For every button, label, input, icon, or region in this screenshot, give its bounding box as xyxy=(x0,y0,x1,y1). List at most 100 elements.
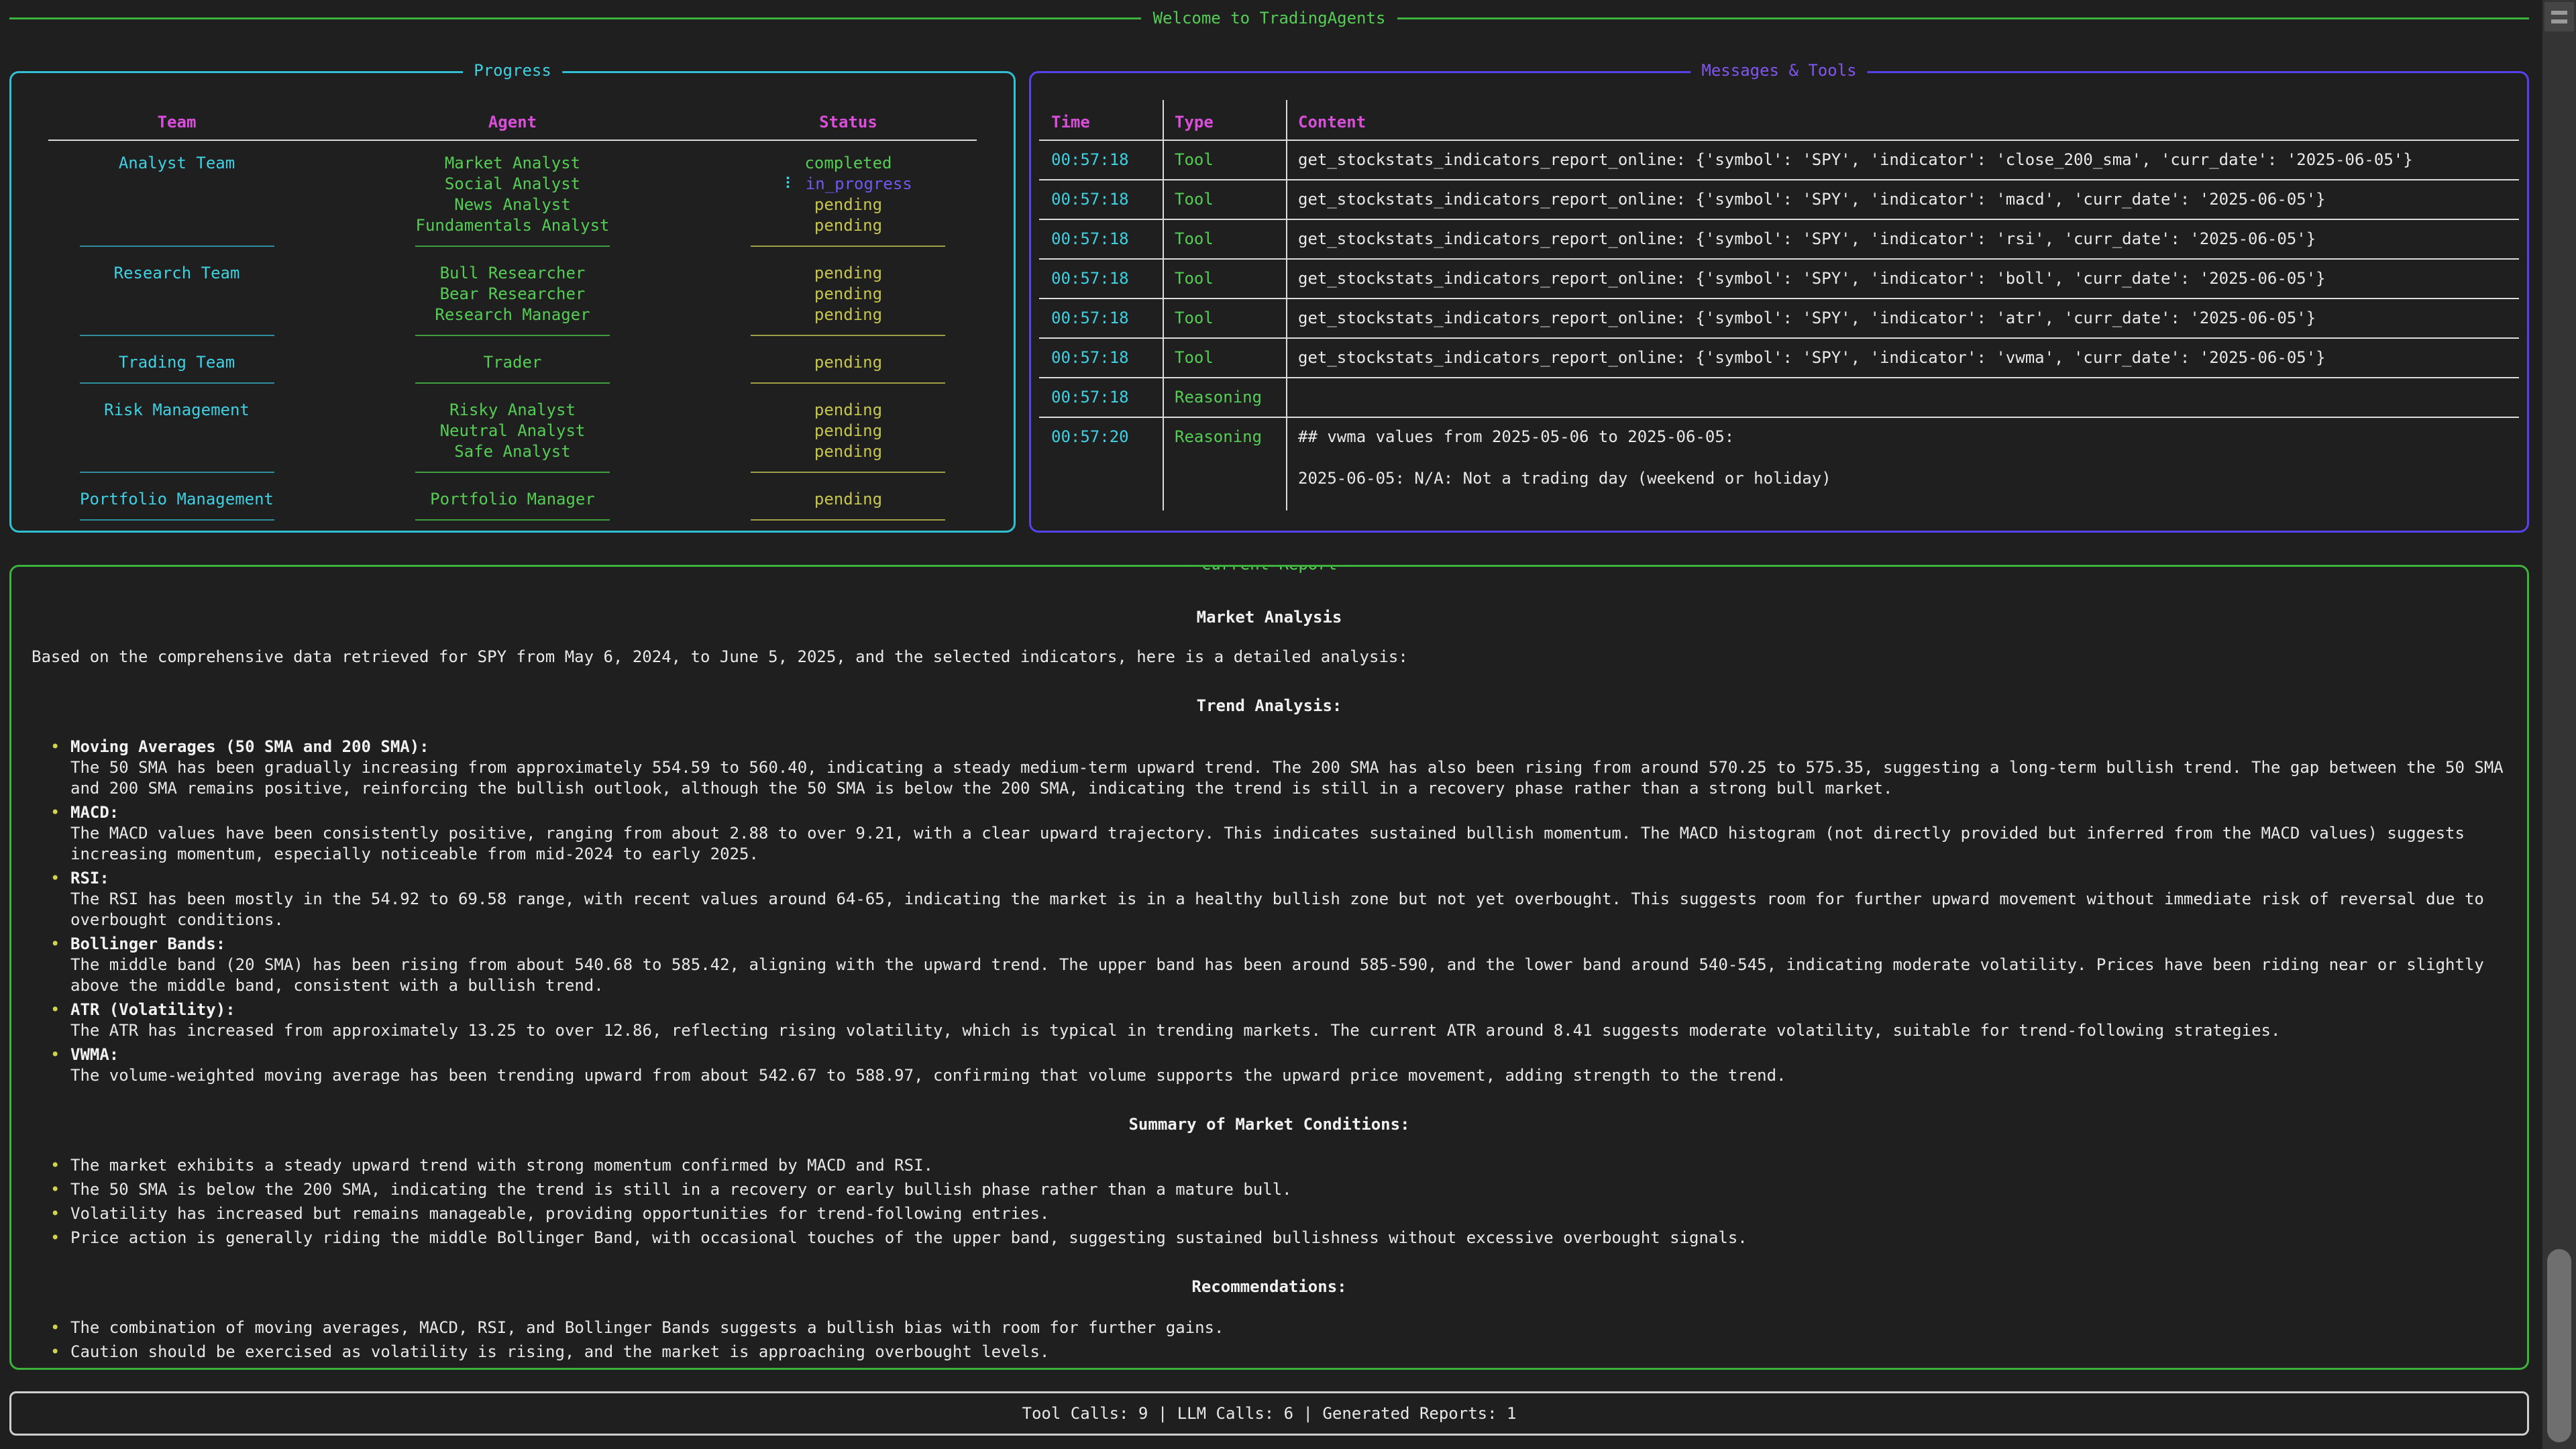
message-row: 00:57:18Toolget_stockstats_indicators_re… xyxy=(1039,260,2519,298)
message-row: 00:57:18Toolget_stockstats_indicators_re… xyxy=(1039,299,2519,337)
scrollbar-track[interactable] xyxy=(2542,0,2576,1449)
scroll-menu-icon[interactable] xyxy=(2544,2,2574,32)
progress-team-cell xyxy=(11,284,342,305)
report-bullet: •The market exhibits a steady upward tre… xyxy=(50,1155,2507,1176)
top-panels-row: Progress Team Agent Status Analyst TeamM… xyxy=(9,71,2529,533)
report-section-heading: Trend Analysis: xyxy=(32,696,2507,716)
progress-agent-cell: Bear Researcher xyxy=(342,284,683,305)
messages-col-time: Time xyxy=(1039,112,1163,140)
report-sections: Trend Analysis: • Moving Averages (50 SMA … xyxy=(32,696,2507,1370)
progress-panel: Progress Team Agent Status Analyst TeamM… xyxy=(9,71,1016,533)
bullet-dot-icon: • xyxy=(50,934,70,996)
separator-segment xyxy=(11,472,342,473)
progress-row: Research TeamBull Researcherpending xyxy=(11,263,1014,284)
report-intro: Based on the comprehensive data retrieve… xyxy=(32,647,2507,667)
progress-status-cell: pending xyxy=(683,195,1014,215)
report-bullet: •Price action is generally riding the mi… xyxy=(50,1228,2507,1248)
message-row: 00:57:18Toolget_stockstats_indicators_re… xyxy=(1039,220,2519,258)
messages-col-type: Type xyxy=(1163,112,1286,140)
bullet-dot-icon: • xyxy=(50,1342,70,1362)
message-type-cell: Reasoning xyxy=(1163,418,1286,498)
progress-agent-cell: Social Analyst xyxy=(342,174,683,195)
progress-status-cell: pending xyxy=(683,441,1014,462)
separator-segment xyxy=(683,335,1014,336)
bullet-dot-icon: • xyxy=(50,1228,70,1248)
messages-table-header: Time Type Content xyxy=(1039,112,2519,140)
status-label: pending xyxy=(814,353,882,372)
bullet-body: The combination of moving averages, MACD… xyxy=(70,1318,2507,1338)
message-content-cell: get_stockstats_indicators_report_online:… xyxy=(1286,180,2519,219)
status-label: pending xyxy=(814,264,882,282)
progress-header-separator xyxy=(48,140,977,141)
separator-segment xyxy=(11,519,342,521)
message-time-cell: 00:57:18 xyxy=(1039,378,1163,417)
progress-team-cell xyxy=(11,195,342,215)
message-type-cell: Tool xyxy=(1163,339,1286,377)
bullet-body: The ATR has increased from approximately… xyxy=(70,1020,2507,1041)
message-content-cell: get_stockstats_indicators_report_online:… xyxy=(1286,260,2519,298)
report-doc-heading: Market Analysis xyxy=(32,607,2507,628)
status-label: completed xyxy=(804,154,892,172)
bullet-body: The market exhibits a steady upward tren… xyxy=(70,1155,2507,1176)
scrollbar-thumb[interactable] xyxy=(2547,1249,2571,1442)
separator-segment xyxy=(342,382,683,384)
message-time-cell: 00:57:18 xyxy=(1039,220,1163,258)
bullet-body: The volume-weighted moving average has b… xyxy=(70,1065,2507,1086)
team-group-separator xyxy=(11,519,1014,521)
progress-agent-cell: Market Analyst xyxy=(342,153,683,174)
bullet-title: ATR (Volatility): xyxy=(70,1000,2507,1020)
message-time-cell: 00:57:18 xyxy=(1039,339,1163,377)
progress-col-team: Team xyxy=(11,112,342,133)
progress-row: Neutral Analystpending xyxy=(11,421,1014,441)
progress-row: Social Analyst⠇in_progress xyxy=(11,174,1014,195)
bullet-text: The 50 SMA is below the 200 SMA, indicat… xyxy=(70,1179,2507,1200)
bullet-dot-icon: • xyxy=(50,1318,70,1338)
message-content-cell: ## vwma values from 2025-05-06 to 2025-0… xyxy=(1286,418,2519,498)
separator-segment xyxy=(683,246,1014,247)
report-section-heading: Recommendations: xyxy=(32,1277,2507,1297)
progress-agent-cell: Research Manager xyxy=(342,305,683,325)
stats-footer-panel: Tool Calls: 9 | LLM Calls: 6 | Generated… xyxy=(9,1391,2529,1436)
message-time-cell: 00:57:18 xyxy=(1039,299,1163,337)
progress-panel-title: Progress xyxy=(463,61,562,80)
message-type-cell: Tool xyxy=(1163,180,1286,219)
progress-table-body: Analyst TeamMarket AnalystcompletedSocia… xyxy=(11,153,1014,521)
status-label: pending xyxy=(814,442,882,461)
progress-status-cell: pending xyxy=(683,489,1014,510)
message-content-cell: get_stockstats_indicators_report_online:… xyxy=(1286,220,2519,258)
bullet-text: MACD:The MACD values have been consisten… xyxy=(70,802,2507,865)
progress-status-cell: pending xyxy=(683,352,1014,373)
bullet-body: Caution should be exercised as volatilit… xyxy=(70,1342,2507,1362)
welcome-rule: Welcome to TradingAgents xyxy=(9,7,2529,30)
bullet-dot-icon: • xyxy=(50,1203,70,1224)
team-group-separator xyxy=(11,335,1014,336)
message-row: 00:57:18Toolget_stockstats_indicators_re… xyxy=(1039,339,2519,377)
status-label: pending xyxy=(814,490,882,508)
progress-status-cell: pending xyxy=(683,421,1014,441)
current-report-panel: Current Report Market Analysis Based on … xyxy=(9,565,2529,1370)
messages-table-body: 00:57:18Toolget_stockstats_indicators_re… xyxy=(1039,141,2519,498)
progress-row: Fundamentals Analystpending xyxy=(11,215,1014,236)
report-section-heading: Summary of Market Conditions: xyxy=(32,1114,2507,1135)
bullet-text: VWMA:The volume-weighted moving average … xyxy=(70,1044,2507,1086)
bullet-body: The 50 SMA has been gradually increasing… xyxy=(70,757,2507,799)
bullet-text: Use ATR to set appropriate stop-loss lev… xyxy=(70,1366,2507,1370)
progress-row: Risk ManagementRisky Analystpending xyxy=(11,400,1014,421)
bullet-text: ATR (Volatility):The ATR has increased f… xyxy=(70,1000,2507,1041)
progress-status-cell: pending xyxy=(683,400,1014,421)
bullet-title: MACD: xyxy=(70,802,2507,823)
messages-col-content: Content xyxy=(1286,112,2519,140)
progress-team-cell: Research Team xyxy=(11,263,342,284)
bullet-text: The combination of moving averages, MACD… xyxy=(70,1318,2507,1338)
progress-row: Portfolio ManagementPortfolio Managerpen… xyxy=(11,489,1014,510)
progress-agent-cell: Fundamentals Analyst xyxy=(342,215,683,236)
report-bullet: •Caution should be exercised as volatili… xyxy=(50,1342,2507,1362)
bullet-title: RSI: xyxy=(70,868,2507,889)
separator-segment xyxy=(11,246,342,247)
bullet-title: Moving Averages (50 SMA and 200 SMA): xyxy=(70,737,2507,757)
separator-segment xyxy=(11,382,342,384)
messages-column-divider xyxy=(1163,100,1164,511)
bullet-body: The RSI has been mostly in the 54.92 to … xyxy=(70,889,2507,930)
progress-agent-cell: Portfolio Manager xyxy=(342,489,683,510)
message-type-cell: Tool xyxy=(1163,141,1286,179)
